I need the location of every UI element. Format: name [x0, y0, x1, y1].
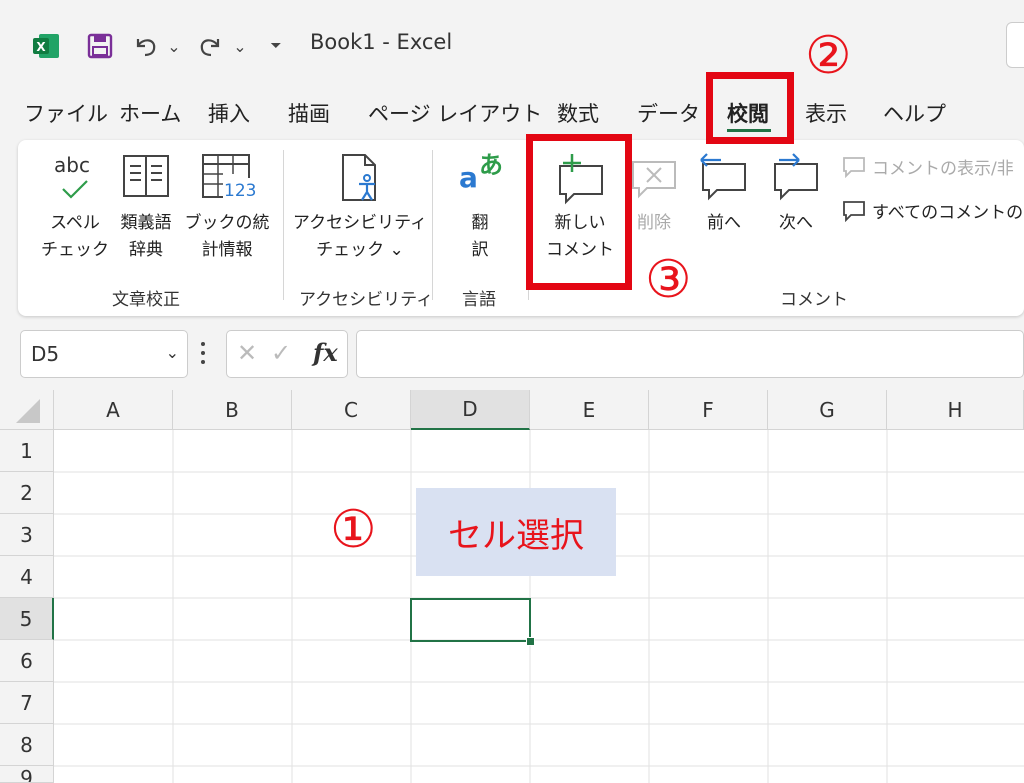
tab-view[interactable]: 表示 [805, 98, 847, 128]
group-comments-label: コメント [780, 290, 848, 310]
title-bar: X ⌄ ⌄ ⏷ Book1 - Excel [0, 0, 1024, 90]
column-header[interactable]: B [173, 390, 292, 430]
previous-comment-icon [697, 152, 751, 210]
spell-check-button[interactable]: abc スペル チェック [40, 152, 110, 264]
translate-letter-a: a [459, 161, 478, 194]
enter-icon[interactable]: ✓ [271, 339, 291, 367]
translate-icon: a あ [453, 152, 507, 210]
redo-icon[interactable] [192, 28, 228, 64]
redo-dropdown-icon[interactable]: ⌄ [230, 28, 250, 64]
accessibility-check-label: アクセシビリティ チェック ⌄ [292, 213, 428, 260]
excel-logo-icon: X [28, 28, 64, 64]
undo-dropdown-icon[interactable]: ⌄ [164, 28, 184, 64]
row-header[interactable]: 6 [0, 640, 54, 682]
fill-handle[interactable] [526, 637, 535, 646]
annotation-select-cell-label: セル選択 [416, 488, 616, 576]
name-box-value: D5 [31, 342, 60, 366]
row-header[interactable]: 3 [0, 514, 54, 556]
all-comments-label: すべてのコメントの [872, 203, 1024, 223]
column-header-selected[interactable]: D [411, 390, 530, 430]
annotation-step-2: ② [805, 26, 852, 86]
cell-gridlines [54, 430, 1024, 783]
thesaurus-button[interactable]: 類義語 辞典 [112, 152, 180, 264]
tab-insert[interactable]: 挿入 [208, 98, 250, 128]
next-comment-button[interactable]: 次へ [764, 152, 828, 237]
comments-pane-icon [843, 200, 865, 222]
tab-formulas[interactable]: 数式 [557, 98, 599, 128]
spell-check-icon: abc [50, 152, 100, 210]
row-header[interactable]: 4 [0, 556, 54, 598]
row-header-selected[interactable]: 5 [0, 598, 54, 640]
tab-file[interactable]: ファイル [24, 98, 108, 128]
show-comments-icon [843, 156, 865, 178]
group-separator [432, 150, 433, 300]
sheet-grid[interactable]: A B C D E F G H 1 2 3 4 5 6 7 8 9 [0, 390, 1024, 783]
spell-icon-text: abc [54, 153, 90, 177]
svg-text:X: X [36, 40, 46, 54]
show-comments-button[interactable]: コメントの表示/非 [842, 154, 1014, 179]
tab-home[interactable]: ホーム [119, 98, 181, 128]
row-header[interactable]: 1 [0, 430, 54, 472]
undo-icon[interactable] [128, 28, 164, 64]
customize-qat-icon[interactable]: ⏷ [264, 28, 288, 64]
accessibility-check-button[interactable]: アクセシビリティ チェック ⌄ [292, 152, 428, 264]
row-header[interactable]: 8 [0, 724, 54, 766]
tab-data[interactable]: データ [637, 98, 700, 128]
delete-comment-icon [629, 152, 679, 210]
tab-draw[interactable]: 描画 [288, 98, 330, 128]
book-icon [120, 152, 172, 210]
row-header[interactable]: 7 [0, 682, 54, 724]
column-header[interactable]: G [768, 390, 887, 430]
previous-comment-label: 前へ [707, 213, 741, 233]
annotation-box-review-tab [706, 72, 794, 144]
select-all-corner[interactable] [0, 390, 54, 430]
workbook-statistics-label: ブックの統 計情報 [184, 213, 270, 260]
tab-page-layout[interactable]: ページ レイアウト [368, 98, 542, 128]
next-comment-icon [769, 152, 823, 210]
window-title: Book1 - Excel [310, 30, 453, 54]
annotation-box-new-comment [526, 134, 632, 290]
delete-comment-label: 削除 [637, 213, 671, 233]
thesaurus-label: 類義語 辞典 [120, 213, 172, 260]
name-box[interactable]: D5 ⌄ [20, 330, 188, 378]
annotation-step-1: ① [330, 500, 377, 560]
chevron-down-icon: ⌄ [165, 343, 179, 362]
annotation-step-3: ③ [645, 250, 692, 310]
all-comments-button[interactable]: すべてのコメントの [842, 198, 1023, 223]
selected-cell-d5[interactable] [410, 598, 531, 642]
group-proofing-label: 文章校正 [112, 290, 180, 310]
column-header[interactable]: H [887, 390, 1024, 430]
cancel-icon[interactable]: ✕ [237, 339, 257, 367]
column-header[interactable]: C [292, 390, 411, 430]
row-header[interactable]: 9 [0, 766, 54, 783]
group-language-label: 言語 [462, 290, 496, 310]
translate-letter-kana: あ [479, 151, 503, 179]
formula-buttons: ✕ ✓ fx [226, 330, 348, 378]
previous-comment-button[interactable]: 前へ [692, 152, 756, 237]
formula-bar-grip-icon[interactable] [200, 340, 206, 366]
spell-check-label: スペル チェック [41, 213, 109, 260]
group-accessibility-label: アクセシビリティ [299, 290, 434, 310]
row-header[interactable]: 2 [0, 472, 54, 514]
formula-input[interactable] [356, 330, 1024, 378]
tab-help[interactable]: ヘルプ [883, 98, 946, 128]
column-header[interactable]: F [649, 390, 768, 430]
accessibility-icon [337, 152, 383, 210]
table-stats-icon: 123 [199, 152, 258, 210]
insert-function-icon[interactable]: fx [313, 338, 338, 367]
save-icon[interactable] [82, 28, 118, 64]
group-separator [283, 150, 284, 300]
search-box[interactable] [1006, 22, 1024, 68]
next-comment-label: 次へ [779, 213, 813, 233]
workbook-statistics-button[interactable]: 123 ブックの統 計情報 [184, 152, 270, 264]
column-header[interactable]: E [530, 390, 649, 430]
stats-icon-text: 123 [223, 178, 258, 205]
show-comments-label: コメントの表示/非 [872, 159, 1014, 179]
translate-label: 翻 訳 [471, 213, 489, 260]
translate-button[interactable]: a あ 翻 訳 [446, 152, 514, 264]
column-header[interactable]: A [54, 390, 173, 430]
